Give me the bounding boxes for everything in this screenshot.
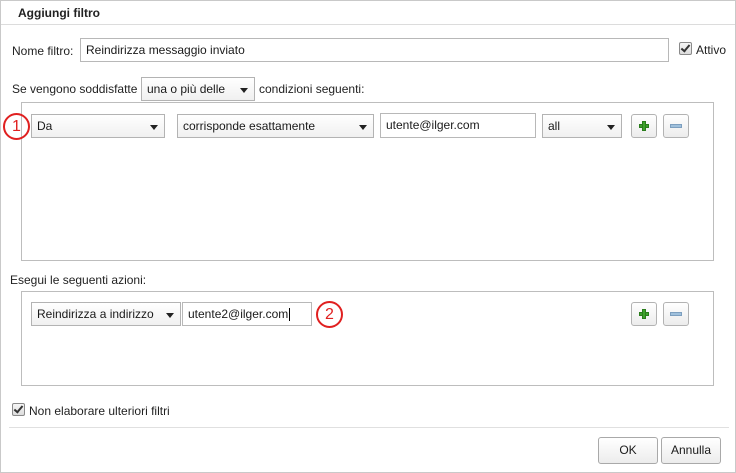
action-type-select[interactable]: Reindirizza a indirizzo — [31, 302, 181, 326]
dialog-title-bar[interactable]: Aggiungi filtro — [1, 1, 735, 25]
minus-icon — [670, 124, 682, 128]
condition-field-value: Da — [37, 119, 53, 133]
chevron-down-icon — [607, 125, 615, 130]
action-value-text: utente2@ilger.com — [188, 307, 289, 321]
stop-processing-checkbox[interactable] — [12, 403, 25, 416]
marker-1: 1 — [3, 113, 30, 140]
condition-scope-select[interactable]: all — [542, 114, 622, 138]
checkmark-icon — [13, 403, 24, 414]
marker-2: 2 — [316, 301, 343, 328]
active-checkbox[interactable] — [679, 42, 692, 55]
action-type-value: Reindirizza a indirizzo — [37, 307, 154, 321]
match-type-select[interactable]: una o più delle — [141, 77, 255, 101]
match-type-value: una o più delle — [147, 82, 226, 96]
ok-button[interactable]: OK — [598, 437, 658, 464]
active-label: Attivo — [696, 43, 727, 57]
condition-scope-value: all — [548, 119, 561, 133]
actions-label: Esegui le seguenti azioni: — [10, 273, 147, 287]
chevron-down-icon — [166, 313, 174, 318]
remove-condition-button[interactable] — [663, 114, 689, 138]
condition-value-input[interactable]: utente@ilger.com — [380, 113, 536, 138]
text-caret — [289, 308, 291, 322]
footer-divider — [9, 427, 729, 428]
add-condition-button[interactable] — [631, 114, 657, 138]
chevron-down-icon — [150, 125, 158, 130]
filter-name-input[interactable]: Reindirizza messaggio inviato — [80, 38, 669, 62]
minus-icon — [670, 312, 682, 316]
stop-processing-label: Non elaborare ulteriori filtri — [29, 404, 170, 418]
remove-action-button[interactable] — [663, 302, 689, 326]
conditions-suffix-label: condizioni seguenti: — [259, 82, 365, 96]
cancel-button[interactable]: Annulla — [661, 437, 721, 464]
action-value-input[interactable]: utente2@ilger.com — [182, 302, 312, 326]
dialog-title: Aggiungi filtro — [18, 6, 100, 20]
chevron-down-icon — [240, 88, 248, 93]
add-action-button[interactable] — [631, 302, 657, 326]
condition-operator-value: corrisponde esattamente — [183, 119, 316, 133]
filter-name-label: Nome filtro: — [12, 44, 74, 58]
condition-operator-select[interactable]: corrisponde esattamente — [177, 114, 374, 138]
chevron-down-icon — [359, 125, 367, 130]
condition-field-select[interactable]: Da — [31, 114, 165, 138]
conditions-prefix-label: Se vengono soddisfatte — [12, 82, 138, 96]
checkmark-icon — [680, 42, 691, 53]
add-filter-dialog: Aggiungi filtro Nome filtro: Reindirizza… — [0, 0, 736, 473]
